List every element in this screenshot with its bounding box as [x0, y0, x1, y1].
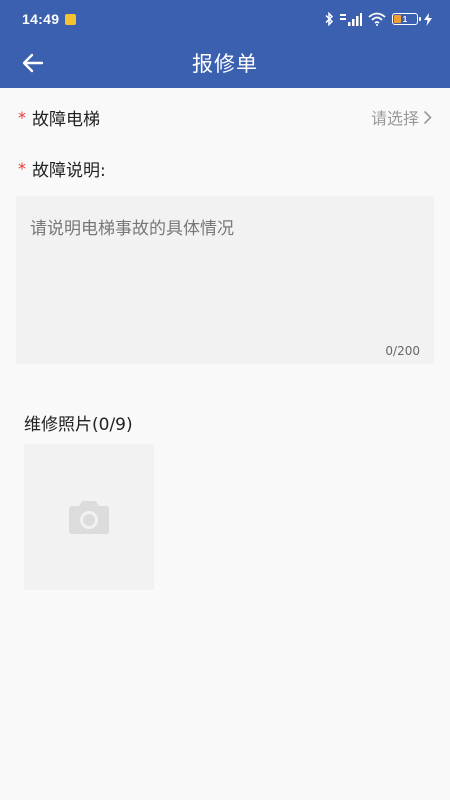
char-counter: 0/200: [385, 344, 420, 358]
camera-icon: [69, 501, 109, 534]
status-bar: 14:49 1: [0, 0, 450, 38]
required-mark: *: [18, 107, 26, 127]
picker-text: 请选择: [370, 109, 419, 128]
arrow-left-icon: [22, 53, 44, 73]
status-icons: 1: [324, 12, 432, 26]
description-field[interactable]: 0/200: [16, 196, 434, 364]
navbar: 报修单: [0, 38, 450, 88]
wifi-icon: [368, 12, 386, 26]
elevator-label: 故障电梯: [32, 109, 100, 130]
battery-level: 1: [402, 14, 408, 24]
photos-label: 维修照片(0/9): [24, 415, 133, 435]
elevator-row[interactable]: * 故障电梯 请选择: [0, 100, 450, 134]
page-title: 报修单: [192, 52, 258, 76]
signal-icon: [340, 13, 362, 26]
back-button[interactable]: [18, 48, 48, 78]
battery-icon: 1: [392, 13, 421, 25]
charging-icon: [424, 12, 432, 26]
description-input[interactable]: [16, 196, 434, 336]
required-mark: *: [18, 158, 26, 178]
notification-icon: [65, 13, 77, 25]
status-time: 14:49: [22, 11, 60, 27]
elevator-picker[interactable]: 请选择: [371, 105, 432, 129]
add-photo-button[interactable]: [24, 444, 154, 590]
description-label: 故障说明:: [32, 160, 106, 181]
app-header: 14:49 1 报修单: [0, 0, 450, 88]
bluetooth-icon: [325, 12, 334, 26]
description-label-row: * 故障说明:: [0, 153, 450, 183]
chevron-right-icon: [423, 110, 432, 124]
